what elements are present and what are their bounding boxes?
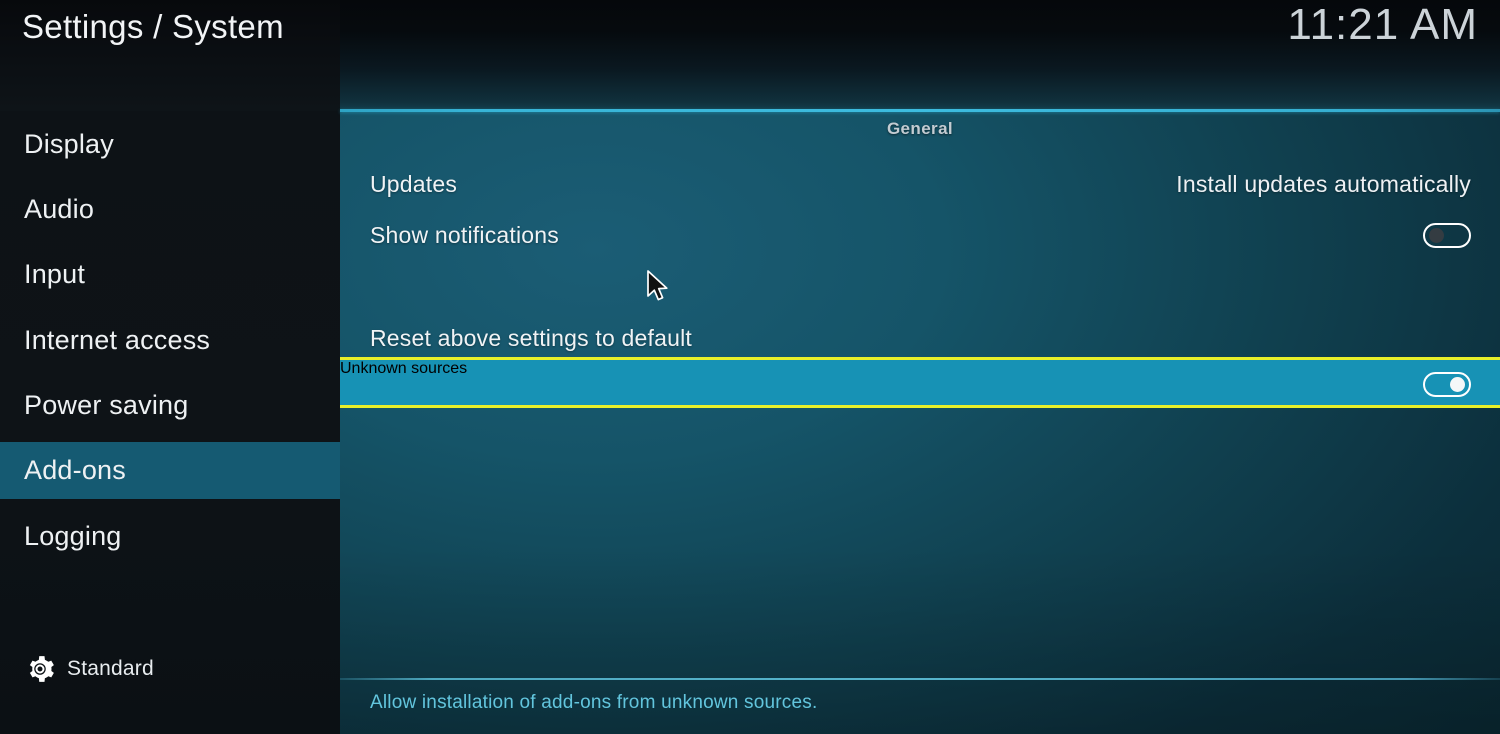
clock: 11:21 AM [1287,0,1478,49]
setting-row-show-notifications[interactable]: Show notifications [340,210,1500,261]
sidebar-item-display[interactable]: Display [0,116,340,173]
content-top-divider [340,109,1500,112]
help-area-divider [340,678,1500,680]
sidebar-item-label: Add-ons [24,455,126,485]
sidebar-item-add-ons[interactable]: Add-ons [0,442,340,499]
setting-label: Reset above settings to default [370,325,693,351]
kodi-settings-screen: Settings / System 11:21 AM Display Audio… [0,0,1500,734]
sidebar-item-power-saving[interactable]: Power saving [0,377,340,434]
settings-group-header: General [886,119,954,138]
page-title: Settings / System [22,8,284,45]
sidebar-item-label: Logging [24,521,122,551]
sidebar-item-input[interactable]: Input [0,246,340,303]
settings-content-panel: General Updates Install updates automati… [340,111,1500,734]
sidebar-item-label: Internet access [24,325,211,355]
setting-value: Install updates automatically [1176,171,1471,197]
sidebar-item-label: Display [24,129,114,159]
setting-label: Unknown sources [340,360,468,377]
unknown-sources-toggle[interactable] [1423,372,1471,397]
show-notifications-toggle[interactable] [1423,223,1471,248]
toggle-knob [1450,377,1465,392]
setting-row-updates[interactable]: Updates Install updates automatically [340,159,1500,210]
settings-level-selector[interactable]: Standard [0,639,340,699]
header-bar: Settings / System 11:21 AM [0,0,1500,111]
settings-level-label: Standard [67,657,154,680]
sidebar: Display Audio Input Internet access Powe… [0,111,340,734]
sidebar-item-label: Power saving [24,390,189,420]
sidebar-item-audio[interactable]: Audio [0,181,340,238]
toggle-knob [1429,228,1444,243]
sidebar-item-label: Audio [24,194,95,224]
setting-label: Updates [370,171,458,197]
sidebar-item-logging[interactable]: Logging [0,508,340,565]
sidebar-item-internet-access[interactable]: Internet access [0,312,340,369]
setting-label: Show notifications [370,222,559,248]
setting-help-text: Allow installation of add-ons from unkno… [370,692,818,713]
gear-icon [29,656,54,682]
setting-row-unknown-sources[interactable]: Unknown sources [340,357,1500,408]
sidebar-item-label: Input [24,259,86,289]
